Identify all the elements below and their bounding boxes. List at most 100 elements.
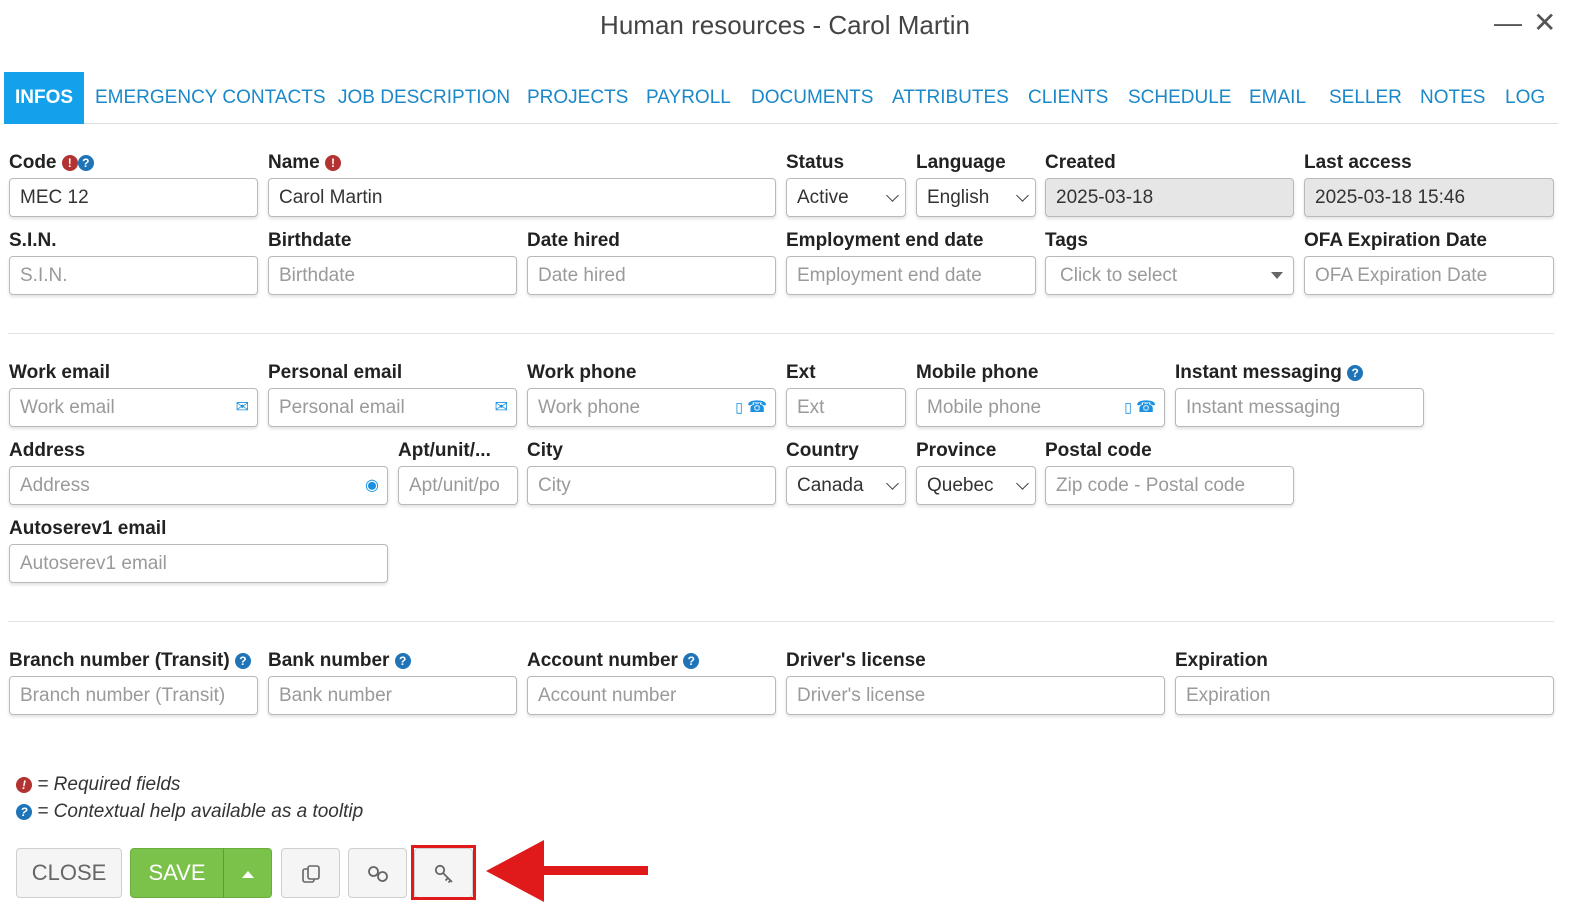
autoserev-email-input[interactable]: Autoserev1 email [9,544,388,583]
close-button[interactable]: CLOSE [16,848,122,898]
tags-select[interactable]: Click to select [1045,256,1294,295]
account-label: Account number ? [527,650,700,672]
work-email-input[interactable]: Work email ✉ [9,388,258,427]
code-label: Code !? [9,152,94,174]
address-label: Address [9,440,86,461]
highlight-box [411,845,476,900]
legend-help: ? = Contextual help available as a toolt… [16,801,363,823]
branch-label-text: Branch number (Transit) [9,650,230,671]
legend-help-text: = Contextual help available as a tooltip [37,801,364,822]
apt-label: Apt/unit/... [398,440,491,461]
copy-icon [301,865,320,883]
globe-icon[interactable]: ◉ [365,467,379,504]
name-label-text: Name [268,152,320,173]
save-options-button[interactable] [223,848,272,898]
annotation-arrow-shaft [540,866,648,875]
tab-email[interactable]: EMAIL [1238,72,1317,124]
status-value: Active [797,187,849,208]
apt-input[interactable]: Apt/unit/po [398,466,518,505]
birthdate-label: Birthdate [268,230,352,251]
work-email-placeholder: Work email [20,397,115,418]
tab-documents[interactable]: DOCUMENTS [740,72,884,124]
license-input[interactable]: Driver's license [786,676,1165,715]
help-icon[interactable]: ? [394,652,411,669]
copy-button[interactable] [281,848,340,898]
province-select[interactable]: Quebec [916,466,1036,505]
tags-label: Tags [1045,230,1088,251]
work-email-label: Work email [9,362,111,383]
status-label: Status [786,152,845,173]
required-icon: ! [325,154,342,171]
close-icon[interactable]: ✕ [1533,8,1556,38]
address-placeholder: Address [20,475,90,496]
ext-input[interactable]: Ext [786,388,906,427]
dropdown-arrow-icon [1271,272,1283,279]
account-input[interactable]: Account number [527,676,776,715]
tab-attributes[interactable]: ATTRIBUTES [881,72,1020,124]
phone-icon[interactable]: ☎ [1136,389,1156,426]
last-access-label: Last access [1304,152,1412,173]
mobile-phone-placeholder: Mobile phone [927,397,1042,418]
city-label: City [527,440,563,461]
language-value: English [927,187,990,208]
expiration-label: Expiration [1175,650,1268,671]
tab-log[interactable]: LOG [1494,72,1556,124]
tab-infos[interactable]: INFOS [4,72,85,124]
mobile-icon[interactable]: ▯ [1124,389,1132,426]
branch-label: Branch number (Transit) ? [9,650,251,672]
bank-label-text: Bank number [268,650,390,671]
tab-payroll[interactable]: PAYROLL [635,72,742,124]
help-icon[interactable]: ? [1347,364,1364,381]
tab-clients[interactable]: CLIENTS [1017,72,1119,124]
required-icon: ! [61,154,78,171]
tab-emergency-contacts[interactable]: EMERGENCY CONTACTS [84,72,337,124]
tab-projects[interactable]: PROJECTS [516,72,639,124]
help-icon[interactable]: ? [683,652,700,669]
created-label: Created [1045,152,1116,173]
save-button[interactable]: SAVE [130,848,224,898]
mobile-phone-input[interactable]: Mobile phone ▯ ☎ [916,388,1165,427]
legend-required-text: = Required fields [37,774,181,795]
country-select[interactable]: Canada [786,466,906,505]
language-select[interactable]: English [916,178,1036,217]
address-input[interactable]: Address ◉ [9,466,388,505]
bank-input[interactable]: Bank number [268,676,517,715]
link-button[interactable] [348,848,407,898]
tab-notes[interactable]: NOTES [1409,72,1496,124]
city-input[interactable]: City [527,466,776,505]
mobile-icon[interactable]: ▯ [735,389,743,426]
chevron-down-icon [886,189,899,202]
last-access-field: 2025-03-18 15:46 [1304,178,1554,217]
date-hired-input[interactable]: Date hired [527,256,776,295]
section-divider [8,621,1554,622]
tab-job-description[interactable]: JOB DESCRIPTION [327,72,521,124]
personal-email-input[interactable]: Personal email ✉ [268,388,517,427]
tab-schedule[interactable]: SCHEDULE [1117,72,1242,124]
postal-input[interactable]: Zip code - Postal code [1045,466,1294,505]
sin-input[interactable]: S.I.N. [9,256,258,295]
expiration-input[interactable]: Expiration [1175,676,1554,715]
name-input[interactable]: Carol Martin [268,178,776,217]
name-label: Name ! [268,152,342,174]
tab-seller[interactable]: SELLER [1318,72,1413,124]
help-icon[interactable]: ? [77,154,94,171]
birthdate-input[interactable]: Birthdate [268,256,517,295]
chevron-down-icon [886,477,899,490]
code-label-text: Code [9,152,57,173]
employment-end-input[interactable]: Employment end date [786,256,1036,295]
link-icon [367,866,388,883]
instant-messaging-input[interactable]: Instant messaging [1175,388,1424,427]
help-icon[interactable]: ? [234,652,251,669]
status-select[interactable]: Active [786,178,906,217]
chevron-down-icon [1016,477,1029,490]
ofa-input[interactable]: OFA Expiration Date [1304,256,1554,295]
date-hired-label: Date hired [527,230,620,251]
branch-input[interactable]: Branch number (Transit) [9,676,258,715]
license-label: Driver's license [786,650,926,671]
phone-icon[interactable]: ☎ [747,389,767,426]
work-phone-input[interactable]: Work phone ▯ ☎ [527,388,776,427]
code-input[interactable]: MEC 12 [9,178,258,217]
minimize-icon[interactable]: — [1494,8,1522,38]
country-value: Canada [797,475,864,496]
bank-label: Bank number ? [268,650,411,672]
